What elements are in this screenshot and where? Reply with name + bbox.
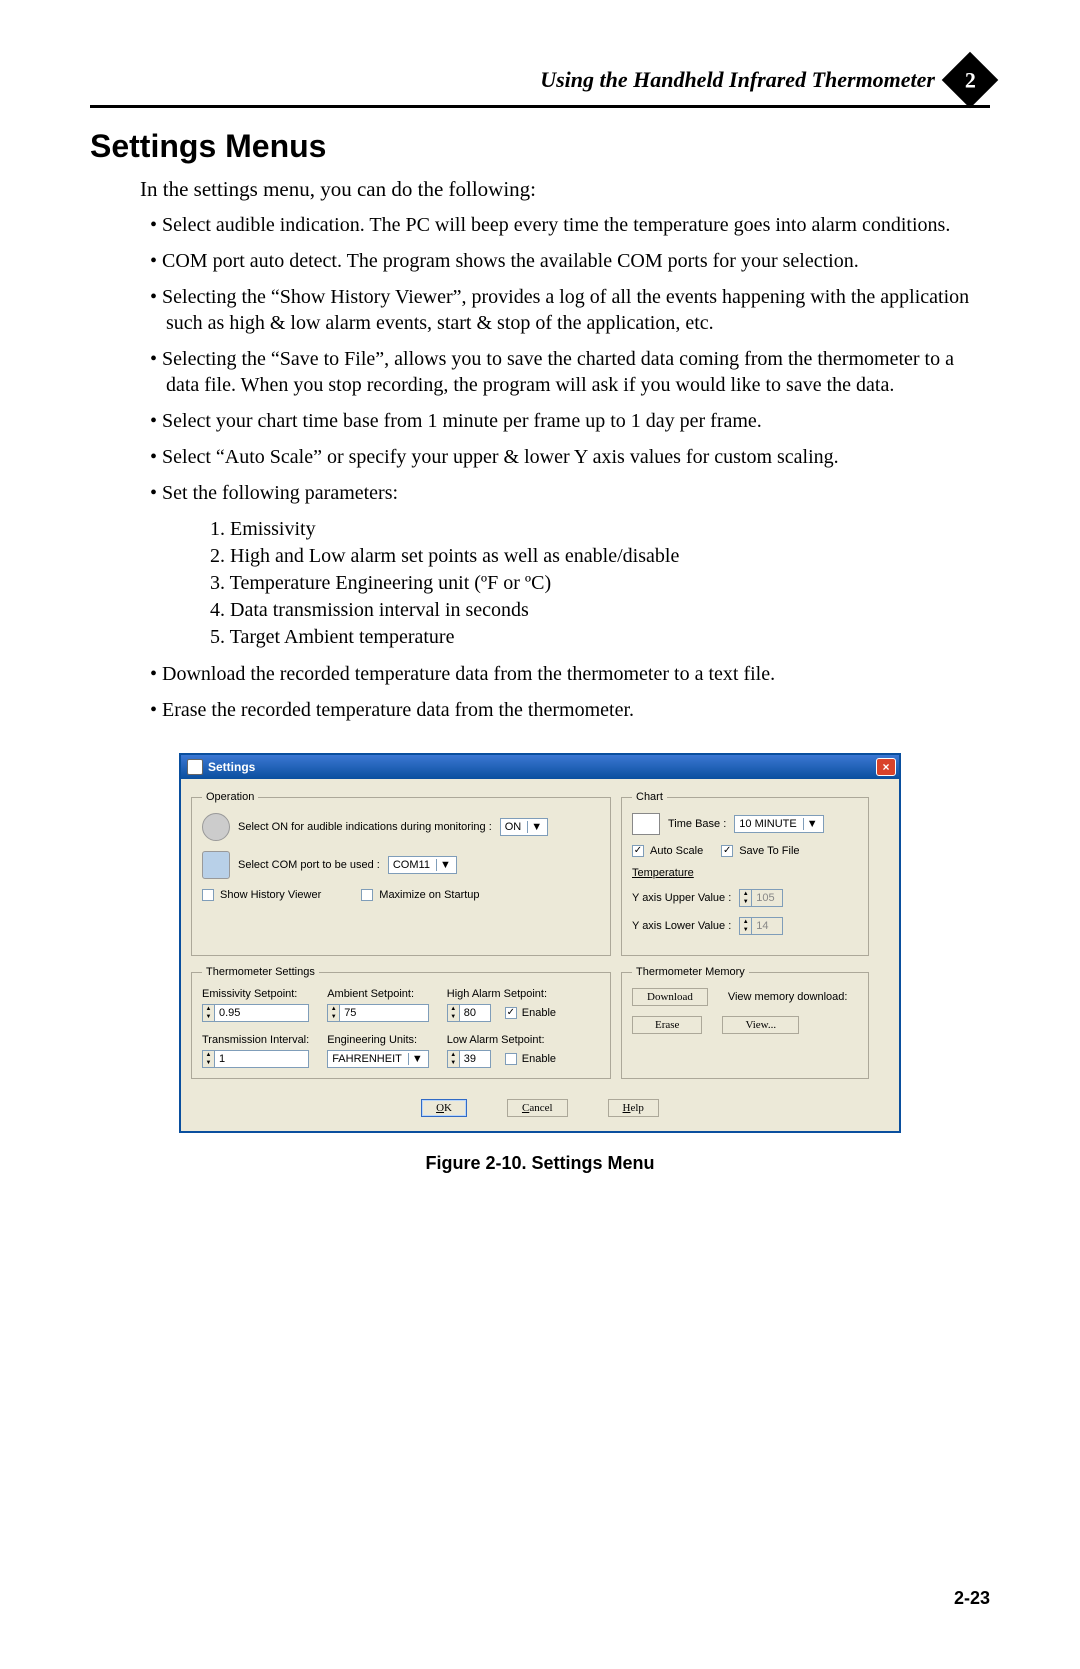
computer-icon [202, 851, 230, 879]
dialog-body: Operation Select ON for audible indicati… [181, 779, 899, 1131]
temperature-label: Temperature [632, 867, 694, 879]
audible-label: Select ON for audible indications during… [238, 821, 492, 833]
settings-dialog: Settings × Operation Select ON for audib… [179, 753, 901, 1133]
ok-button[interactable]: OK [421, 1099, 467, 1117]
bullet-item: Selecting the “Show History Viewer”, pro… [150, 284, 990, 336]
eng-label: Engineering Units: [327, 1034, 429, 1046]
section-heading: Settings Menus [90, 128, 990, 165]
yupper-spinner[interactable]: ▲▼105 [739, 889, 783, 907]
chart-group: Chart Time Base : 10 MINUTE▼ ✓ Auto Scal… [621, 791, 869, 956]
high-enable-checkbox[interactable]: ✓ [505, 1007, 517, 1019]
figure-caption: Figure 2-10. Settings Menu [179, 1153, 901, 1174]
sub-item: 2. High and Low alarm set points as well… [210, 543, 990, 570]
ylower-label: Y axis Lower Value : [632, 920, 731, 932]
bullet-item: COM port auto detect. The program shows … [150, 248, 990, 274]
low-label: Low Alarm Setpoint: [447, 1034, 556, 1046]
maximize-checkbox[interactable] [361, 889, 373, 901]
chevron-down-icon: ▼ [803, 818, 821, 830]
view-button[interactable]: View... [722, 1016, 799, 1034]
header-title: Using the Handheld Infrared Thermometer [540, 67, 935, 93]
high-enable-label: Enable [522, 1007, 556, 1019]
bullet-item: Select your chart time base from 1 minut… [150, 408, 990, 434]
comport-select[interactable]: COM11▼ [388, 856, 457, 874]
bullet-list: Select audible indication. The PC will b… [150, 212, 990, 506]
bullet-item: Select “Auto Scale” or specify your uppe… [150, 444, 990, 470]
page-header: Using the Handheld Infrared Thermometer … [90, 60, 990, 100]
sub-item: 3. Temperature Engineering unit (ºF or º… [210, 570, 990, 597]
bullet-item: Select audible indication. The PC will b… [150, 212, 990, 238]
ylower-spinner[interactable]: ▲▼14 [739, 917, 783, 935]
download-label: View memory download: [728, 991, 848, 1003]
bullet-item: Set the following parameters: [150, 480, 990, 506]
low-enable-label: Enable [522, 1053, 556, 1065]
chart-legend: Chart [632, 791, 667, 803]
eng-select[interactable]: FAHRENHEIT▼ [327, 1050, 429, 1068]
chevron-down-icon: ▼ [527, 821, 545, 833]
sub-item: 4. Data transmission interval in seconds [210, 597, 990, 624]
emissivity-spinner[interactable]: ▲▼0.95 [202, 1004, 309, 1022]
history-label: Show History Viewer [220, 889, 321, 901]
high-label: High Alarm Setpoint: [447, 988, 556, 1000]
thermo-legend: Thermometer Settings [202, 966, 319, 978]
bullet-list-2: Download the recorded temperature data f… [150, 661, 990, 723]
autoscale-checkbox[interactable]: ✓ [632, 845, 644, 857]
page-number: 2-23 [954, 1588, 990, 1609]
savetofile-checkbox[interactable]: ✓ [721, 845, 733, 857]
dialog-title: Settings [208, 760, 255, 774]
trans-label: Transmission Interval: [202, 1034, 309, 1046]
chapter-badge: 2 [942, 52, 999, 109]
history-checkbox[interactable] [202, 889, 214, 901]
erase-button[interactable]: Erase [632, 1016, 702, 1034]
app-icon [187, 759, 203, 775]
memory-legend: Thermometer Memory [632, 966, 749, 978]
cancel-button[interactable]: Cancel [507, 1099, 568, 1117]
autoscale-label: Auto Scale [650, 845, 703, 857]
operation-legend: Operation [202, 791, 258, 803]
help-button[interactable]: Help [608, 1099, 659, 1117]
titlebar: Settings × [181, 755, 899, 779]
timebase-select[interactable]: 10 MINUTE▼ [734, 815, 823, 833]
high-spinner[interactable]: ▲▼80 [447, 1004, 491, 1022]
chevron-down-icon: ▼ [436, 859, 454, 871]
chevron-down-icon: ▼ [408, 1053, 426, 1065]
figure-settings-dialog: Settings × Operation Select ON for audib… [179, 753, 901, 1174]
header-rule [90, 105, 990, 108]
dialog-button-row: OK Cancel Help [191, 1089, 889, 1117]
bullet-item: Selecting the “Save to File”, allows you… [150, 346, 990, 398]
chart-icon [632, 813, 660, 835]
close-icon[interactable]: × [876, 758, 896, 776]
bullet-item: Erase the recorded temperature data from… [150, 697, 990, 723]
sub-list: 1. Emissivity 2. High and Low alarm set … [210, 516, 990, 651]
download-button[interactable]: Download [632, 988, 708, 1006]
yupper-label: Y axis Upper Value : [632, 892, 731, 904]
audible-select[interactable]: ON▼ [500, 818, 548, 836]
low-enable-checkbox[interactable] [505, 1053, 517, 1065]
sub-item: 1. Emissivity [210, 516, 990, 543]
savetofile-label: Save To File [739, 845, 799, 857]
emissivity-label: Emissivity Setpoint: [202, 988, 309, 1000]
operation-group: Operation Select ON for audible indicati… [191, 791, 611, 956]
thermometer-memory-group: Thermometer Memory Download View memory … [621, 966, 869, 1079]
ambient-spinner[interactable]: ▲▼75 [327, 1004, 429, 1022]
timebase-label: Time Base : [668, 818, 726, 830]
thermometer-settings-group: Thermometer Settings Emissivity Setpoint… [191, 966, 611, 1079]
maximize-label: Maximize on Startup [379, 889, 479, 901]
sub-item: 5. Target Ambient temperature [210, 624, 990, 651]
intro-text: In the settings menu, you can do the fol… [140, 177, 990, 202]
trans-spinner[interactable]: ▲▼1 [202, 1050, 309, 1068]
bullet-item: Download the recorded temperature data f… [150, 661, 990, 687]
comport-label: Select COM port to be used : [238, 859, 380, 871]
speaker-icon [202, 813, 230, 841]
low-spinner[interactable]: ▲▼39 [447, 1050, 491, 1068]
ambient-label: Ambient Setpoint: [327, 988, 429, 1000]
